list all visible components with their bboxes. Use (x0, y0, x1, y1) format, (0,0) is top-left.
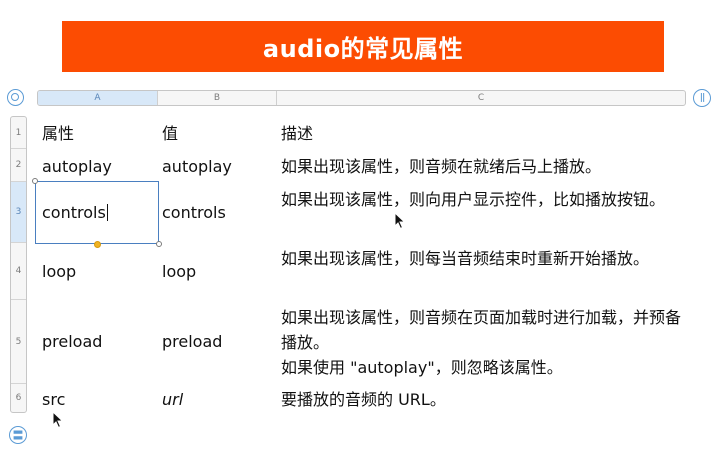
selection-corner-handle-bottom-right[interactable] (156, 241, 162, 247)
cell-b1[interactable]: 值 (162, 121, 178, 146)
cell-a2[interactable]: autoplay (42, 154, 112, 179)
row-header-6[interactable]: 6 (11, 384, 26, 412)
cell-a6[interactable]: src (42, 387, 65, 412)
title-banner: audio的常见属性 (62, 21, 664, 72)
cell-b5[interactable]: preload (162, 329, 222, 354)
row-header-5[interactable]: 5 (11, 300, 26, 384)
cell-b3[interactable]: controls (162, 200, 226, 225)
cell-b2[interactable]: autoplay (162, 154, 232, 179)
add-row-handle-icon[interactable]: 〓 (9, 426, 27, 444)
cell-c3[interactable]: 如果出现该属性，则向用户显示控件，比如播放按钮。 (281, 187, 681, 212)
row-header-1[interactable]: 1 (11, 117, 26, 149)
cell-a5[interactable]: preload (42, 329, 102, 354)
row-header-3[interactable]: 3 (11, 182, 26, 243)
table-select-handle-icon[interactable] (7, 89, 24, 106)
cell-c4[interactable]: 如果出现该属性，则每当音频结束时重新开始播放。 (281, 246, 681, 271)
cell-a1[interactable]: 属性 (42, 121, 74, 146)
row-header-4[interactable]: 4 (11, 243, 26, 300)
cell-c5[interactable]: 如果出现该属性，则音频在页面加载时进行加载，并预备播放。 如果使用 "autop… (281, 305, 681, 380)
page-title: audio的常见属性 (262, 35, 464, 63)
cell-c6[interactable]: 要播放的音频的 URL。 (281, 387, 446, 412)
cell-c5-line-extra: 如果使用 "autoplay"，则忽略该属性。 (281, 358, 563, 377)
column-header-c[interactable]: C (277, 91, 685, 105)
mouse-pointer-icon (394, 212, 406, 230)
column-header-a[interactable]: A (38, 91, 158, 105)
mouse-pointer-icon-secondary (52, 411, 64, 429)
selection-corner-handle-top-left[interactable] (32, 178, 38, 184)
cell-c1[interactable]: 描述 (281, 121, 313, 146)
cell-c2[interactable]: 如果出现该属性，则音频在就绪后马上播放。 (281, 154, 681, 179)
column-handle-icon[interactable]: || (693, 89, 711, 107)
fill-handle-icon[interactable] (94, 241, 101, 248)
cell-c5-line: 如果出现该属性，则音频在页面加载时进行加载，并预备播放。 (281, 308, 682, 352)
cell-b4[interactable]: loop (162, 259, 196, 284)
column-header-bar: A B C (37, 90, 686, 106)
cell-b6[interactable]: url (162, 387, 183, 412)
column-header-b[interactable]: B (158, 91, 277, 105)
row-header-bar: 1 2 3 4 5 6 (10, 116, 27, 413)
cell-selection-box (35, 181, 159, 244)
row-header-2[interactable]: 2 (11, 149, 26, 182)
cell-a4[interactable]: loop (42, 259, 76, 284)
